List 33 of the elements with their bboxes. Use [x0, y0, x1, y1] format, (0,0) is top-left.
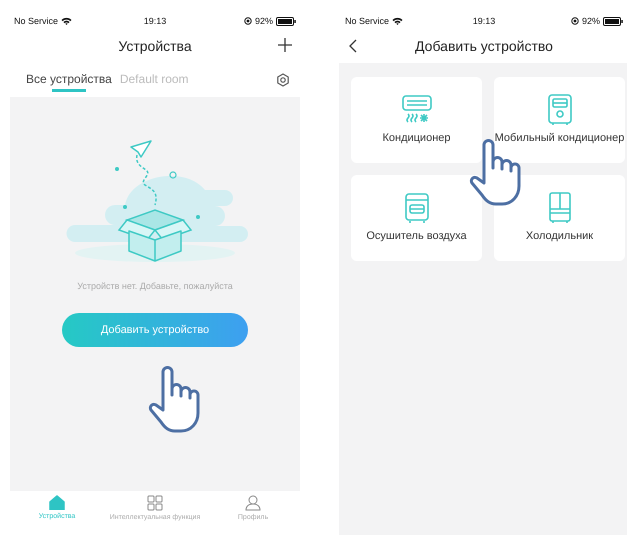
person-icon [245, 495, 261, 511]
device-label: Кондиционер [382, 132, 451, 146]
mobile-ac-icon [546, 94, 572, 126]
back-icon[interactable] [349, 39, 357, 53]
circle-dot-icon [570, 17, 579, 25]
plus-icon[interactable] [278, 38, 292, 52]
device-card[interactable]: Кондиционер [351, 77, 482, 163]
device-label: Осушитель воздуха [366, 230, 467, 244]
screen-title: Устройства [118, 38, 192, 54]
carrier-label: No Service [14, 16, 58, 26]
refrigerator-icon [548, 192, 572, 224]
empty-message: Устройств нет. Добавьте, пожалуйста [77, 281, 233, 291]
device-card[interactable]: Мобильный кондиционер [494, 77, 625, 163]
battery-label: 92% [582, 16, 600, 26]
hand-pointer-icon [148, 365, 200, 433]
device-card[interactable]: Осушитель воздуха [351, 175, 482, 261]
battery-label: 92% [254, 16, 273, 26]
device-card[interactable]: Холодильник [494, 175, 625, 261]
device-label: Холодильник [526, 230, 594, 244]
grid-icon [147, 495, 163, 511]
time-label: 19:13 [472, 16, 496, 26]
home-icon [49, 495, 65, 510]
device-label: Мобильный кондиционер [494, 132, 624, 146]
screen-title: Добавить устройство [415, 38, 553, 54]
carrier-label: No Service [345, 16, 390, 26]
wifi-icon [61, 17, 72, 25]
wifi-icon [392, 17, 404, 25]
dehumidifier-icon [404, 192, 430, 224]
battery-icon [603, 16, 623, 26]
battery-icon [276, 16, 296, 26]
circle-dot-icon [244, 17, 252, 25]
settings-icon[interactable] [276, 73, 290, 87]
time-label: 19:13 [144, 16, 166, 26]
